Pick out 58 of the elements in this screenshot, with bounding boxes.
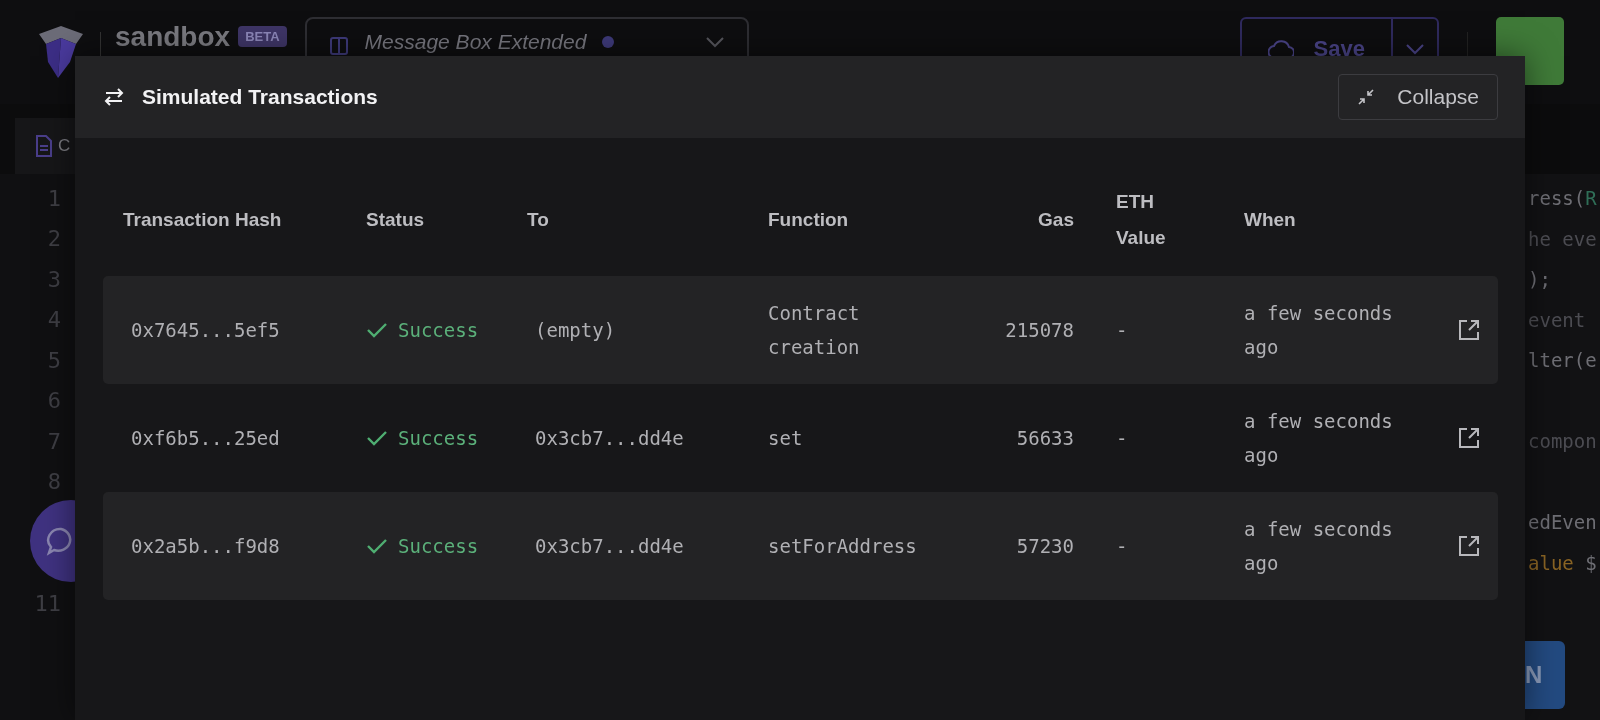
- time-cell: a few seconds ago: [1244, 518, 1393, 574]
- eth-value-cell: -: [1116, 319, 1128, 341]
- function-cell: set: [768, 427, 803, 449]
- check-icon: [366, 321, 388, 339]
- project-name: Message Box Extended: [364, 29, 587, 55]
- logo-icon: [36, 26, 86, 78]
- transaction-row[interactable]: 0x2a5b...f9d8 Success 0x3cb7...dd4e setForAddress 57230 - a few seconds ago: [103, 492, 1498, 600]
- code-line: event: [1528, 308, 1586, 331]
- book-icon: [328, 36, 349, 56]
- address-cell: (empty): [535, 319, 616, 341]
- file-tab[interactable]: C: [15, 118, 75, 174]
- column-header: Gas: [1038, 209, 1074, 230]
- collapse-arrows-icon: [1357, 88, 1376, 106]
- hash-cell: 0x7645...5ef5: [131, 319, 280, 341]
- code-line: compon: [1528, 430, 1597, 453]
- external-link-icon[interactable]: [1457, 534, 1481, 558]
- time-cell: a few seconds ago: [1244, 302, 1393, 358]
- column-header: Status: [366, 209, 425, 230]
- code-line: alue $: [1528, 551, 1597, 574]
- gas-cell: 57230: [1016, 535, 1074, 557]
- check-icon: [366, 429, 388, 447]
- status-text: Success: [398, 318, 479, 343]
- code-line: );: [1528, 268, 1551, 291]
- chevron-down-icon: [1405, 42, 1425, 55]
- transaction-row[interactable]: 0xf6b5...25ed Success 0x3cb7...dd4e set 56633 - a few seconds ago: [103, 384, 1498, 492]
- hash-cell: 0x2a5b...f9d8: [131, 535, 280, 557]
- column-header: Transaction Hash: [123, 209, 282, 230]
- time-cell: a few seconds ago: [1244, 410, 1393, 466]
- modal-title: Simulated Transactions: [142, 85, 379, 109]
- column-header: ETH Value: [1116, 191, 1166, 248]
- code-line: ress(R: [1528, 187, 1597, 210]
- column-header: Function: [768, 209, 849, 230]
- eth-value-cell: -: [1116, 535, 1128, 557]
- code-line: edEven: [1528, 511, 1597, 534]
- document-icon: [35, 135, 53, 157]
- function-cell: Contract creation: [768, 302, 860, 358]
- function-cell: setForAddress: [768, 535, 917, 557]
- address-cell: 0x3cb7...dd4e: [535, 427, 684, 449]
- app-name: sandbox: [115, 22, 231, 52]
- status-text: Success: [398, 534, 479, 559]
- address-cell: 0x3cb7...dd4e: [535, 535, 684, 557]
- code-line: he eve: [1528, 227, 1597, 250]
- transaction-row[interactable]: 0x7645...5ef5 Success (empty) Contract creation 215078 - a few seconds ago: [103, 276, 1498, 384]
- check-icon: [366, 537, 388, 555]
- swap-arrows-icon: [103, 86, 125, 108]
- eth-value-cell: -: [1116, 427, 1128, 449]
- code-line: lter(e: [1528, 349, 1597, 372]
- gas-cell: 56633: [1016, 427, 1074, 449]
- column-header: To: [527, 209, 549, 230]
- beta-badge: BETA: [238, 26, 287, 47]
- chevron-down-icon: [704, 36, 725, 48]
- status-text: Success: [398, 426, 479, 451]
- external-link-icon[interactable]: [1457, 426, 1481, 450]
- gas-cell: 215078: [1005, 319, 1074, 341]
- collapse-button[interactable]: Collapse: [1338, 74, 1498, 120]
- hash-cell: 0xf6b5...25ed: [131, 427, 280, 449]
- external-link-icon[interactable]: [1457, 318, 1481, 342]
- column-header: When: [1244, 209, 1296, 230]
